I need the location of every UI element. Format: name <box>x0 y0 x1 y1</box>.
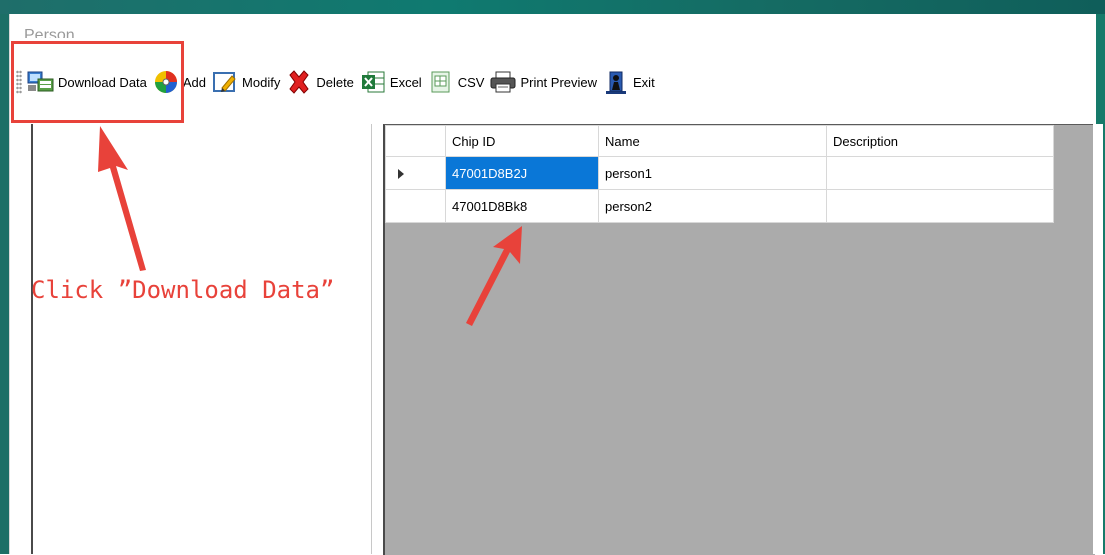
annotation-click-download-data: Click ”Download Data” <box>31 276 335 304</box>
arrow-to-download-button <box>98 126 146 271</box>
arrow-to-chip-id-cell <box>466 226 522 326</box>
